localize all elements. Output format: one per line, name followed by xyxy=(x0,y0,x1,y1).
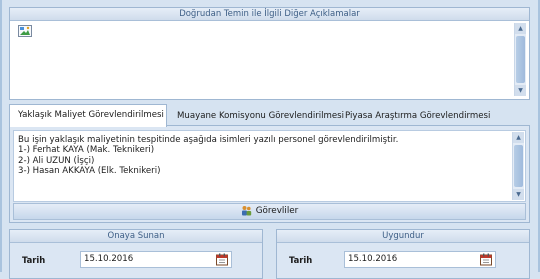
memo-scrollbar[interactable]: ▲ ▼ xyxy=(514,23,526,96)
people-icon xyxy=(241,206,251,216)
memo-line: 1-) Ferhat KAYA (Mak. Teknikeri) xyxy=(18,145,155,156)
tab-muayane-komisyonu[interactable]: Muayane Komisyonu Görevlendirilmesi xyxy=(169,106,352,126)
window-left-edge xyxy=(0,0,2,272)
gorevliler-label: Görevliler xyxy=(255,206,299,216)
tab-yaklasik-maliyet[interactable]: Yaklaşık Maliyet Görevlendirilmesi xyxy=(9,104,167,127)
tarih-label: Tarih xyxy=(289,255,313,265)
diger-aciklamalar-group: Doğrudan Temin ile İlgili Diğer Açıklama… xyxy=(9,7,530,100)
date-value: 15.10.2016 xyxy=(84,254,134,264)
scroll-thumb[interactable] xyxy=(516,36,525,83)
gorevlendirme-memo[interactable]: Bu işin yaklaşık maliyetinin tespitinde … xyxy=(13,130,526,202)
onaya-sunan-date-input[interactable]: 15.10.2016 xyxy=(80,251,232,268)
diger-aciklamalar-memo[interactable]: ▲ ▼ xyxy=(12,22,527,97)
group-header: Doğrudan Temin ile İlgili Diğer Açıklama… xyxy=(10,8,529,21)
group-header: Uygundur xyxy=(277,230,529,243)
memo-scrollbar[interactable]: ▲ ▼ xyxy=(512,132,524,200)
tarih-label: Tarih xyxy=(22,255,46,265)
memo-text: Bu işin yaklaşık maliyetinin tespitinde … xyxy=(18,135,398,177)
tab-piyasa-arastirma[interactable]: Piyasa Araştırma Görevlendirmesi xyxy=(337,106,498,126)
image-icon xyxy=(18,25,32,37)
memo-line: 2-) Ali UZUN (İşçi) xyxy=(18,155,95,166)
uygundur-date-input[interactable]: 15.10.2016 xyxy=(344,251,496,268)
scroll-down-icon[interactable]: ▼ xyxy=(515,85,526,96)
group-header: Onaya Sunan xyxy=(10,230,262,243)
tab-panel: Bu işin yaklaşık maliyetinin tespitinde … xyxy=(9,125,530,223)
calendar-icon[interactable] xyxy=(479,253,493,266)
memo-line: Bu işin yaklaşık maliyetinin tespitinde … xyxy=(18,135,399,145)
scroll-thumb[interactable] xyxy=(514,145,523,187)
gorevliler-button[interactable]: Görevliler xyxy=(13,203,526,220)
date-value: 15.10.2016 xyxy=(348,254,398,264)
calendar-icon[interactable] xyxy=(215,253,229,266)
scroll-up-icon[interactable]: ▲ xyxy=(515,23,526,34)
scroll-down-icon[interactable]: ▼ xyxy=(513,189,524,200)
memo-line: 3-) Hasan AKKAYA (Elk. Teknikeri) xyxy=(18,166,161,177)
scroll-up-icon[interactable]: ▲ xyxy=(513,132,524,143)
